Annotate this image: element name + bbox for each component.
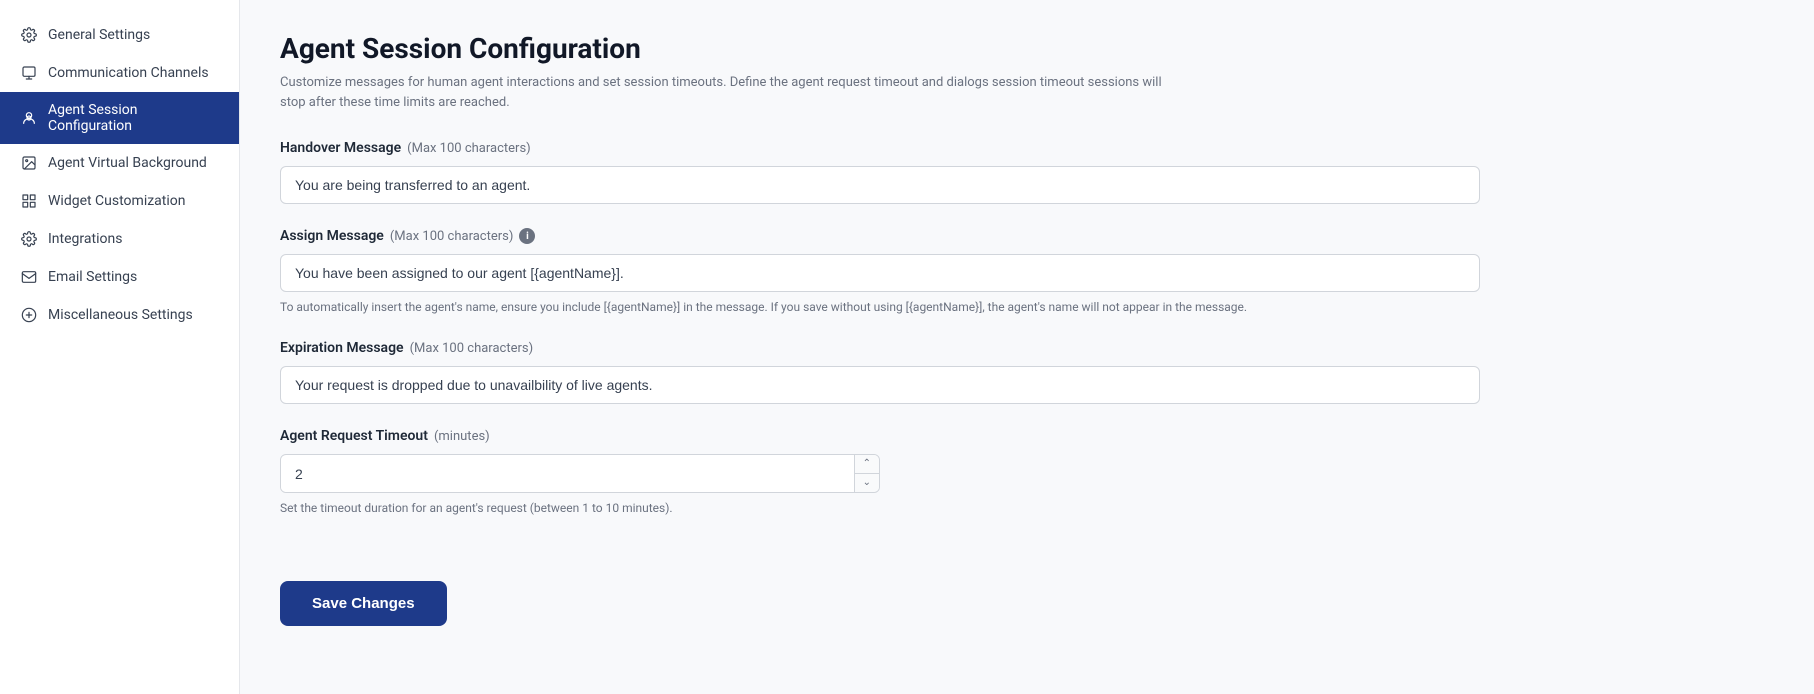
timeout-input[interactable] [281,456,854,492]
timeout-hint: Set the timeout duration for an agent's … [280,499,1774,517]
sidebar: General Settings Communication Channels … [0,0,240,694]
communication-icon [20,64,38,82]
gear-icon [20,26,38,44]
page-title: Agent Session Configuration [280,32,1774,65]
timeout-label: Agent Request Timeout (minutes) [280,428,1774,444]
agent-icon [20,109,38,127]
sidebar-item-label: Miscellaneous Settings [48,307,193,323]
handover-label: Handover Message (Max 100 characters) [280,140,1774,156]
plus-circle-icon [20,306,38,324]
assign-info-icon[interactable]: i [519,228,535,244]
sidebar-item-agent-virtual-background[interactable]: Agent Virtual Background [0,144,239,182]
sidebar-item-label: Agent Virtual Background [48,155,207,171]
sidebar-item-label: Communication Channels [48,65,209,81]
handover-message-input[interactable] [280,166,1480,204]
sidebar-item-communication-channels[interactable]: Communication Channels [0,54,239,92]
sidebar-item-general-settings[interactable]: General Settings [0,16,239,54]
sidebar-item-label: Agent Session Configuration [48,102,219,134]
sidebar-item-label: Widget Customization [48,193,185,209]
widget-icon [20,192,38,210]
timeout-input-wrapper: ⌃ ⌄ [280,454,880,493]
sidebar-item-label: Email Settings [48,269,137,285]
sidebar-item-widget-customization[interactable]: Widget Customization [0,182,239,220]
expiration-message-section: Expiration Message (Max 100 characters) [280,340,1774,404]
timeout-increment-button[interactable]: ⌃ [855,455,879,474]
sidebar-item-label: Integrations [48,231,122,247]
main-content: Agent Session Configuration Customize me… [240,0,1814,694]
integrations-icon [20,230,38,248]
page-subtitle: Customize messages for human agent inter… [280,73,1180,112]
timeout-section: Agent Request Timeout (minutes) ⌃ ⌄ Set … [280,428,1774,517]
sidebar-item-email-settings[interactable]: Email Settings [0,258,239,296]
expiration-label: Expiration Message (Max 100 characters) [280,340,1774,356]
sidebar-item-label: General Settings [48,27,150,43]
assign-message-section: Assign Message (Max 100 characters) i To… [280,228,1774,316]
save-changes-button[interactable]: Save Changes [280,581,447,626]
image-icon [20,154,38,172]
timeout-spinners: ⌃ ⌄ [854,455,879,492]
sidebar-item-integrations[interactable]: Integrations [0,220,239,258]
expiration-message-input[interactable] [280,366,1480,404]
sidebar-item-miscellaneous-settings[interactable]: Miscellaneous Settings [0,296,239,334]
handover-message-section: Handover Message (Max 100 characters) [280,140,1774,204]
assign-label: Assign Message (Max 100 characters) i [280,228,1774,244]
assign-hint: To automatically insert the agent's name… [280,298,1774,316]
assign-message-input[interactable] [280,254,1480,292]
sidebar-item-agent-session-configuration[interactable]: Agent Session Configuration [0,92,239,144]
email-icon [20,268,38,286]
timeout-decrement-button[interactable]: ⌄ [855,474,879,492]
